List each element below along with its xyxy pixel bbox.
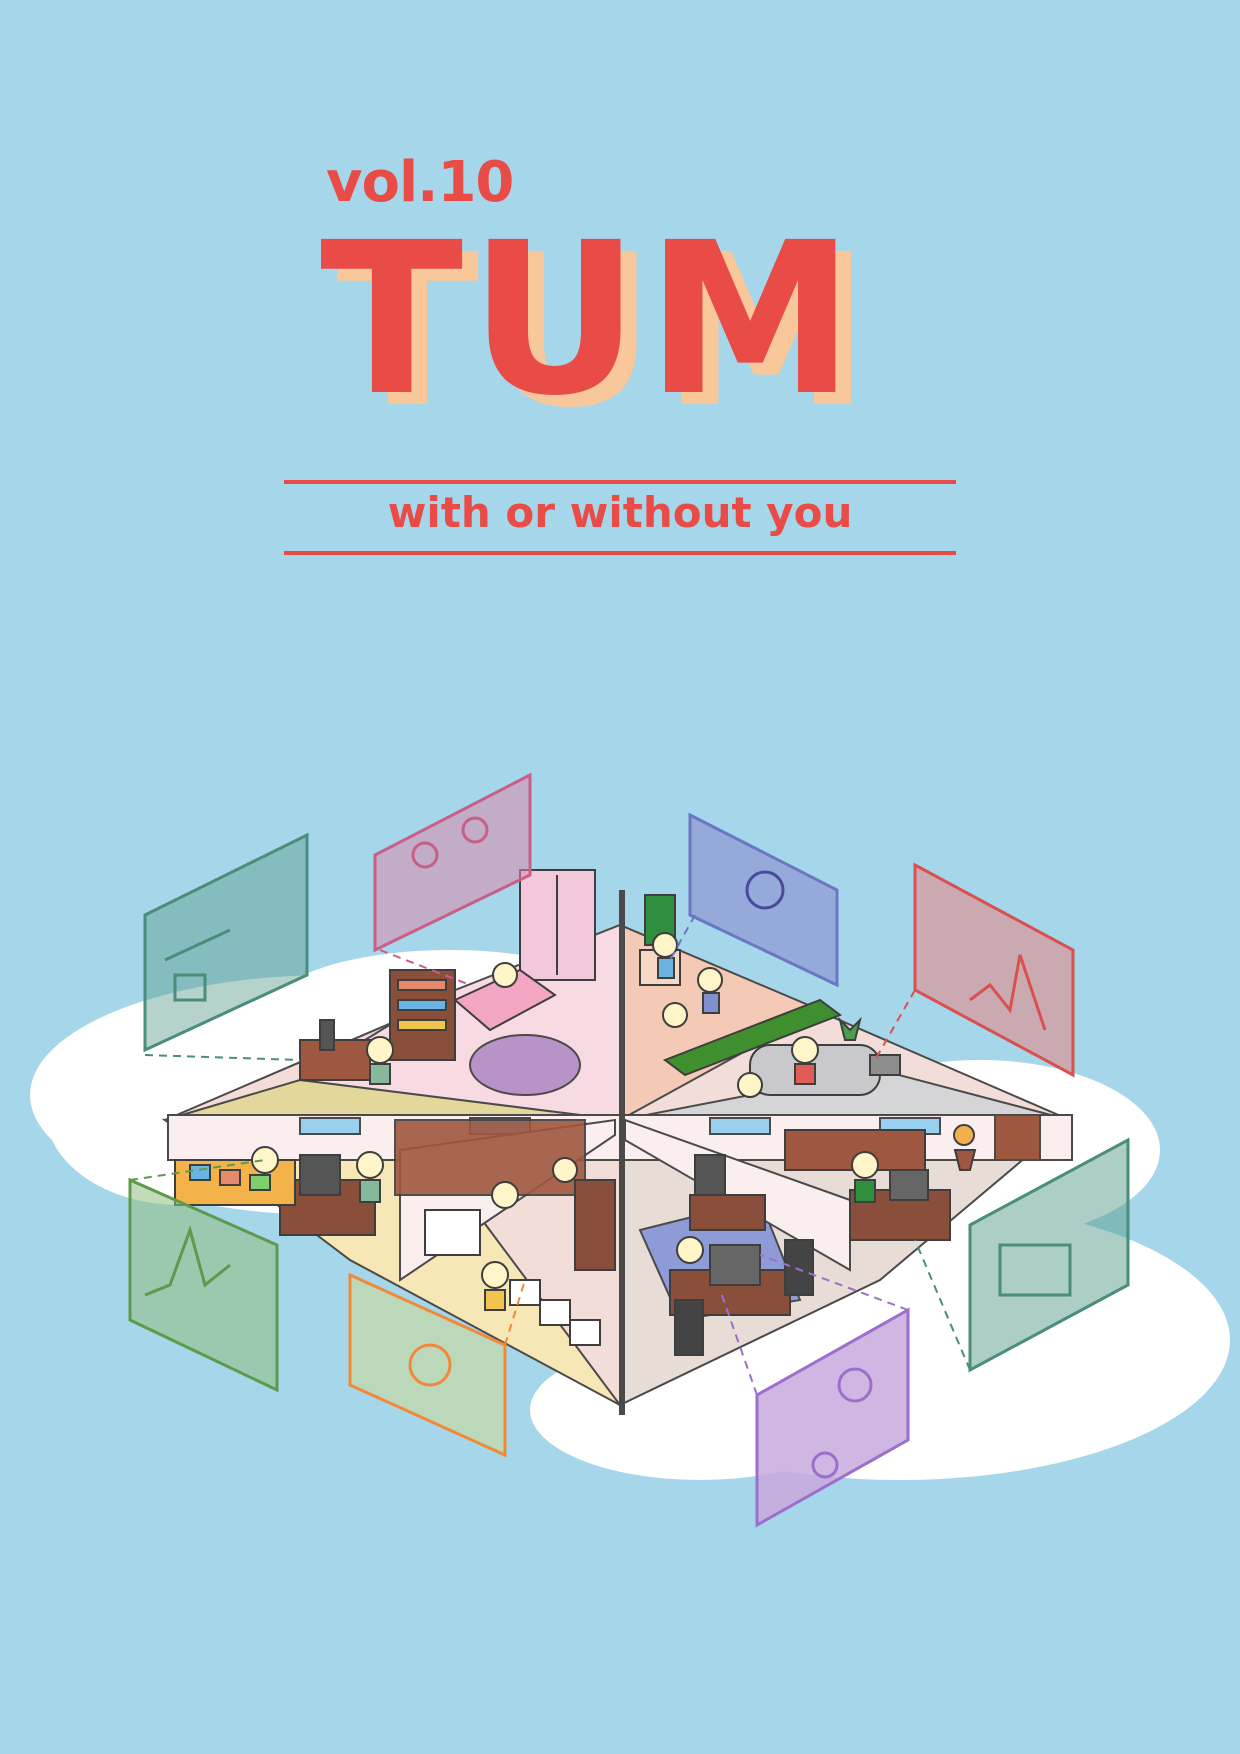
isometric-office-illustration <box>30 772 1230 1528</box>
red-screen-icon <box>874 862 1075 1078</box>
